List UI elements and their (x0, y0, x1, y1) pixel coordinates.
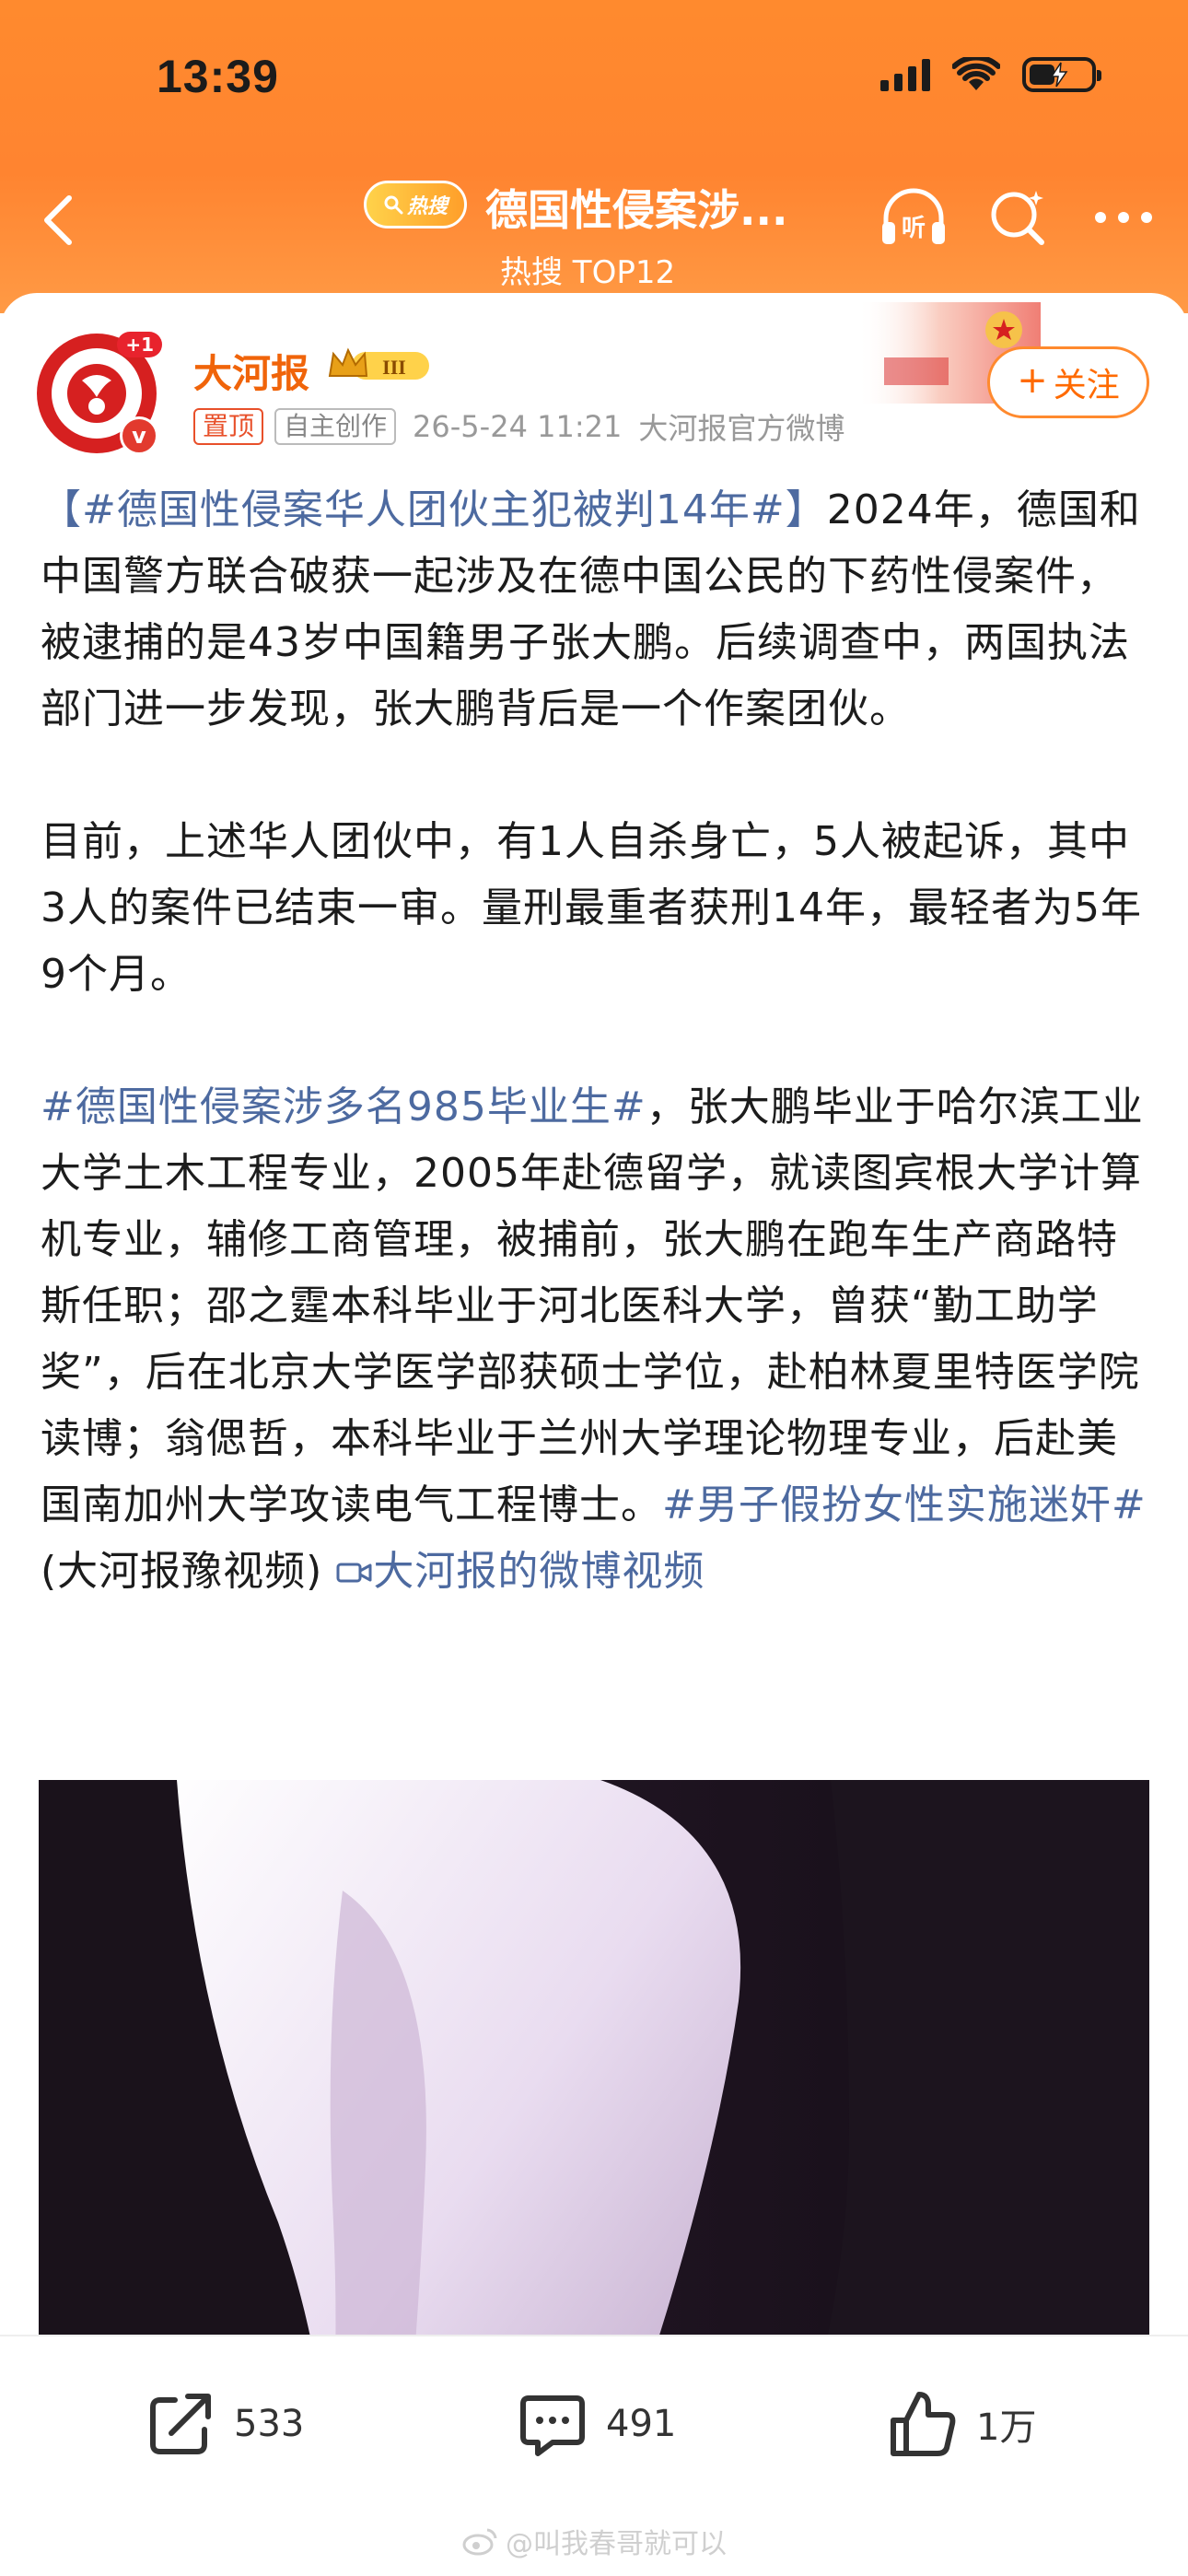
paragraph-text: ，张大鹏毕业于哈尔滨工业大学土木工程专业，2005年赴德留学，就读图宾根大学计算… (41, 1083, 1144, 1528)
hot-badge-label: 热搜 (406, 195, 448, 218)
vip-badge: III (326, 345, 433, 385)
weibo-watermark: @叫我春哥就可以 (0, 2521, 1188, 2561)
paragraph-2: 目前，上述华人团伙中，有1人自杀身亡，5人被起诉，其中3人的案件已结束一审。量刑… (41, 809, 1155, 1008)
more-dots-icon (1095, 212, 1152, 223)
like-count: 1万 (976, 2406, 1037, 2449)
paragraph-3: #德国性侵案涉多名985毕业生#，张大鹏毕业于哈尔滨工业大学土木工程专业，200… (41, 1074, 1155, 1605)
video-link-label: 大河报的微博视频 (373, 1548, 705, 1595)
status-time: 13:39 (157, 51, 279, 102)
hashtag-link[interactable]: #德国性侵案涉多名985毕业生# (41, 1083, 646, 1130)
video-camera-icon (336, 1563, 372, 1583)
listen-label: 听 (902, 215, 926, 242)
post-body: 【#德国性侵案华人团伙主犯被判14年#】2024年，德国和中国警方联合破获一起涉… (41, 477, 1155, 1605)
comment-button[interactable]: 491 (516, 2383, 676, 2465)
author-row: +1 v 大河报 III 置顶 自主创作 26-5-24 11:21 大河报官方… (0, 293, 1188, 468)
status-bar: 13:39 (0, 0, 1188, 157)
search-button[interactable] (982, 181, 1055, 254)
topic-rank: 热搜 TOP12 (500, 254, 676, 291)
listen-button[interactable]: 听 (877, 181, 950, 254)
cellular-signal-icon (880, 58, 930, 91)
search-icon (384, 195, 403, 215)
author-avatar[interactable]: +1 v (37, 332, 162, 455)
post-source: 大河报官方微博 (638, 411, 845, 446)
battery-icon (1022, 57, 1101, 92)
share-count: 533 (234, 2403, 305, 2445)
back-button[interactable] (26, 188, 90, 252)
topic-header[interactable]: 热搜 德国性侵案涉... 热搜 TOP12 (364, 173, 861, 291)
weibo-logo-icon (462, 2528, 497, 2556)
share-icon (150, 2394, 211, 2454)
paragraph-1: 【#德国性侵案华人团伙主犯被判14年#】2024年，德国和中国警方联合破获一起涉… (41, 477, 1155, 743)
newspaper-logo-icon (67, 364, 126, 423)
avatar-count-badge: +1 (117, 332, 162, 357)
video-link[interactable]: 大河报的微博视频 (336, 1548, 705, 1595)
original-tag: 自主创作 (274, 408, 397, 445)
chevron-left-icon (44, 195, 72, 245)
pinned-tag: 置顶 (193, 408, 264, 445)
more-button[interactable] (1087, 181, 1160, 254)
action-bar: 533 491 1万 @叫我春哥就可以 (0, 2335, 1188, 2576)
paragraph-text: 目前，上述华人团伙中，有1人自杀身亡，5人被起诉，其中3人的案件已结束一审。量刑… (41, 818, 1142, 998)
vip-level: III (382, 356, 406, 379)
watermark-text: @叫我春哥就可以 (506, 2528, 727, 2560)
topic-title: 德国性侵案涉... (485, 185, 788, 235)
author-name[interactable]: 大河报 (193, 343, 309, 399)
share-button[interactable]: 533 (144, 2383, 304, 2465)
crown-icon: III (328, 347, 429, 380)
wifi-icon (952, 57, 1000, 90)
comment-icon (520, 2395, 585, 2456)
thumbs-up-icon (891, 2392, 956, 2456)
plus-icon: + (1017, 359, 1048, 402)
header: 13:39 热搜 德国性侵案涉... 热搜 TOP12 听 (0, 0, 1188, 313)
post-card: +1 v 大河报 III 置顶 自主创作 26-5-24 11:21 大河报官方… (0, 293, 1188, 2576)
hashtag-link[interactable]: 【#德国性侵案华人团伙主犯被判14年#】 (41, 486, 827, 533)
paragraph-text: (大河报豫视频) (41, 1548, 323, 1595)
headphones-icon: 听 (882, 188, 945, 244)
post-time: 26-5-24 11:21 (413, 409, 623, 444)
hashtag-link[interactable]: #男子假扮女性实施迷奸# (662, 1481, 1147, 1528)
hot-search-badge: 热搜 (364, 181, 467, 228)
post-meta: 置顶 自主创作 26-5-24 11:21 大河报官方微博 (193, 405, 844, 448)
nav-bar: 热搜 德国性侵案涉... 热搜 TOP12 听 (0, 157, 1188, 295)
like-button[interactable]: 1万 (886, 2383, 1036, 2465)
nav-actions: 听 (877, 181, 1160, 254)
comment-count: 491 (606, 2403, 677, 2445)
follow-button[interactable]: + 关注 (987, 346, 1149, 418)
sparkle-search-icon (991, 191, 1044, 245)
status-icons (880, 57, 1101, 92)
follow-label: 关注 (1053, 367, 1120, 404)
verified-badge: v (120, 416, 158, 455)
